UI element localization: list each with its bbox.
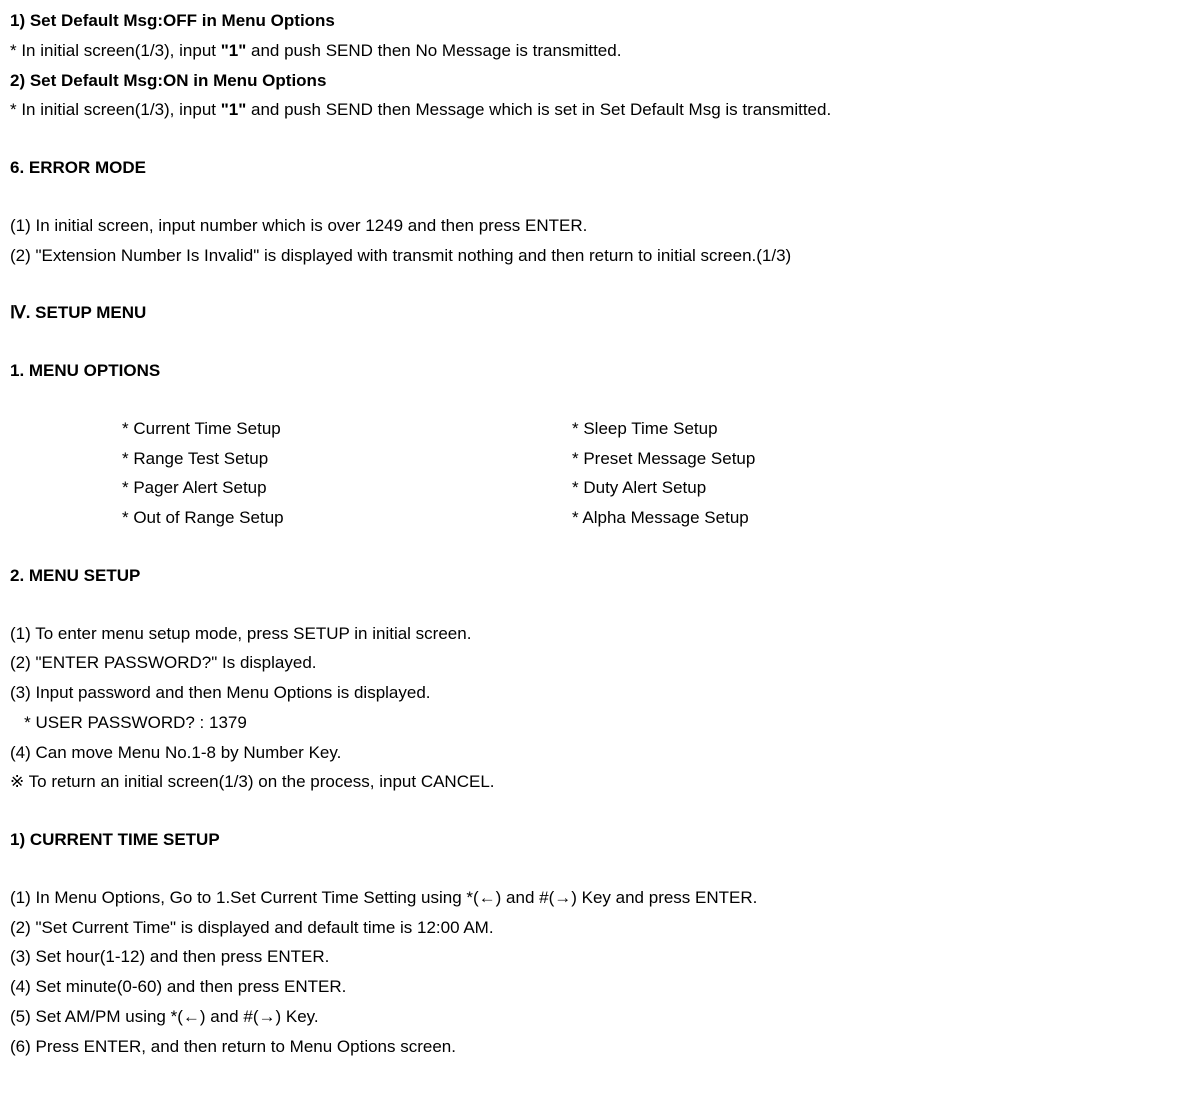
section-6-step-2: (2) "Extension Number Is Invalid" is dis…: [10, 241, 1174, 271]
document-body: 1) Set Default Msg:OFF in Menu Options *…: [10, 6, 1174, 1061]
cts-step-3: (3) Set hour(1-12) and then press ENTER.: [10, 942, 1174, 972]
roman-4-heading: Ⅳ. SETUP MENU: [10, 298, 1174, 328]
menu-setup-step-4: (4) Can move Menu No.1-8 by Number Key.: [10, 738, 1174, 768]
menu-opt-left-1: * Range Test Setup: [122, 444, 562, 474]
current-time-setup-heading: 1) CURRENT TIME SETUP: [10, 825, 1174, 855]
cts-step-1: (1) In Menu Options, Go to 1.Set Current…: [10, 883, 1174, 913]
text-bold: "1": [221, 41, 247, 60]
menu-opt-right-2: * Duty Alert Setup: [572, 473, 1174, 503]
menu-setup-heading: 2. MENU SETUP: [10, 561, 1174, 591]
menu-setup-step-3: (3) Input password and then Menu Options…: [10, 678, 1174, 708]
cts-step-4: (4) Set minute(0-60) and then press ENTE…: [10, 972, 1174, 1002]
item-2-sub: * In initial screen(1/3), input "1" and …: [10, 95, 1174, 125]
text-frag: * In initial screen(1/3), input: [10, 100, 221, 119]
menu-opt-left-2: * Pager Alert Setup: [122, 473, 562, 503]
item-1-heading: 1) Set Default Msg:OFF in Menu Options: [10, 6, 1174, 36]
text-frag: and push SEND then No Message is transmi…: [246, 41, 621, 60]
menu-setup-note: ※ To return an initial screen(1/3) on th…: [10, 767, 1174, 797]
section-6-step-1: (1) In initial screen, input number whic…: [10, 211, 1174, 241]
user-password-note: * USER PASSWORD? : 1379: [10, 708, 1174, 738]
item-2-heading: 2) Set Default Msg:ON in Menu Options: [10, 66, 1174, 96]
menu-opt-right-3: * Alpha Message Setup: [572, 503, 1174, 533]
cts-step-6: (6) Press ENTER, and then return to Menu…: [10, 1032, 1174, 1062]
menu-opt-left-0: * Current Time Setup: [122, 414, 562, 444]
text-bold: "1": [221, 100, 247, 119]
menu-options-heading: 1. MENU OPTIONS: [10, 356, 1174, 386]
menu-opt-right-1: * Preset Message Setup: [572, 444, 1174, 474]
menu-setup-step-2: (2) "ENTER PASSWORD?" Is displayed.: [10, 648, 1174, 678]
menu-options-grid: * Current Time Setup * Sleep Time Setup …: [122, 414, 1174, 533]
cts-step-5: (5) Set AM/PM using *(←) and #(→) Key.: [10, 1002, 1174, 1032]
menu-opt-left-3: * Out of Range Setup: [122, 503, 562, 533]
menu-opt-right-0: * Sleep Time Setup: [572, 414, 1174, 444]
text-frag: * In initial screen(1/3), input: [10, 41, 221, 60]
item-1-sub: * In initial screen(1/3), input "1" and …: [10, 36, 1174, 66]
section-6-heading: 6. ERROR MODE: [10, 153, 1174, 183]
text-frag: and push SEND then Message which is set …: [246, 100, 831, 119]
cts-step-2: (2) "Set Current Time" is displayed and …: [10, 913, 1174, 943]
menu-setup-step-1: (1) To enter menu setup mode, press SETU…: [10, 619, 1174, 649]
